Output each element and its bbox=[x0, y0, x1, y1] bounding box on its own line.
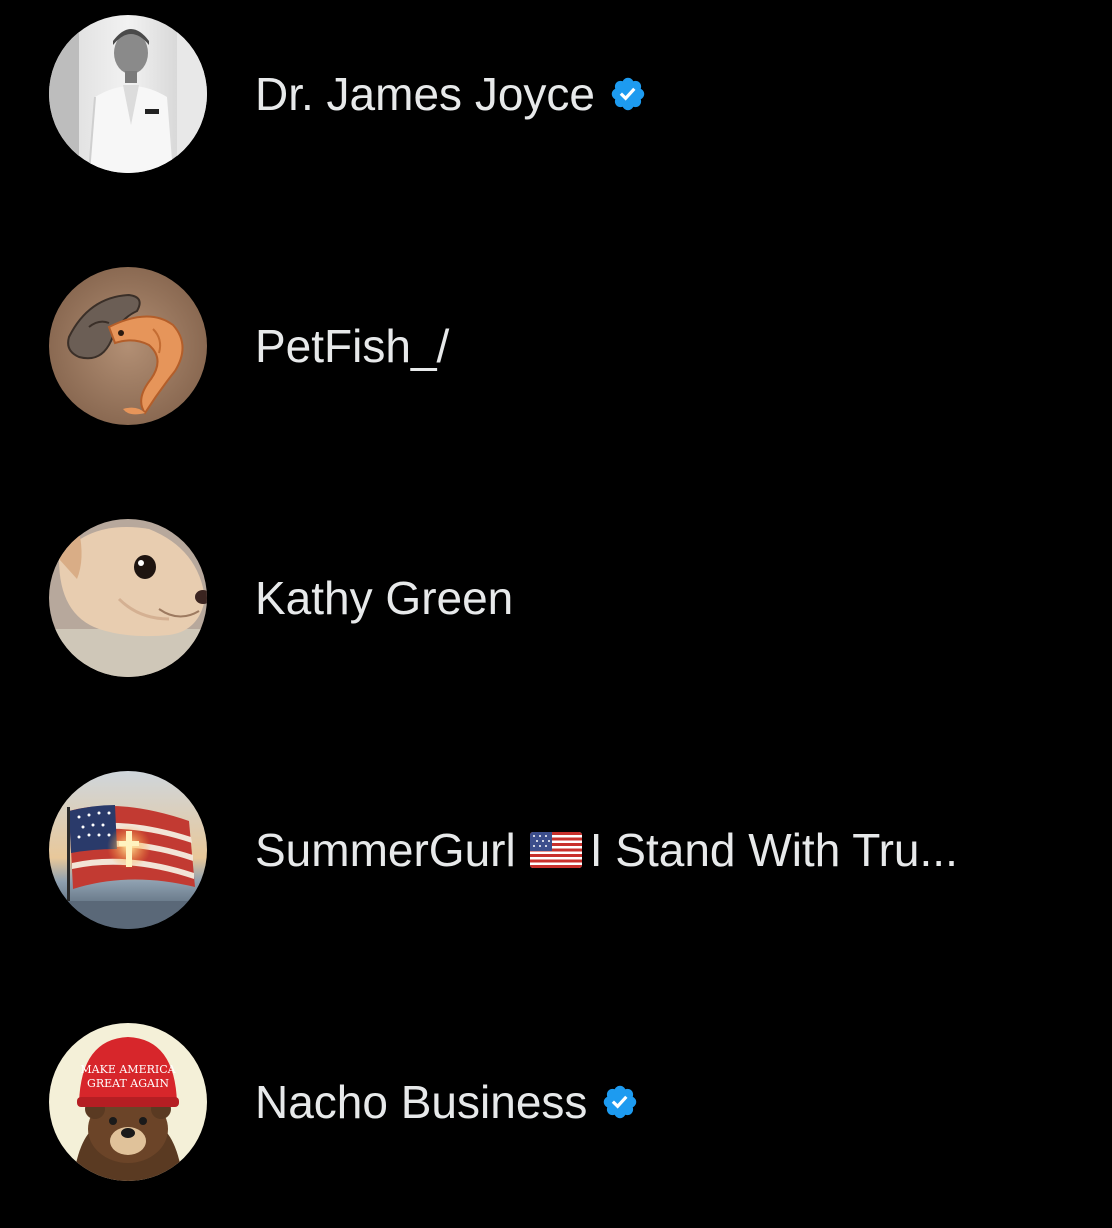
user-name-group: Kathy Green bbox=[255, 571, 513, 625]
user-row-summergurl[interactable]: SummerGurl I Stand With Tru... bbox=[0, 724, 1112, 976]
user-display-name[interactable]: Nacho Business bbox=[255, 1075, 587, 1129]
user-name-group: PetFish_/ bbox=[255, 319, 449, 373]
cap-text-line-2: GREAT AGAIN bbox=[87, 1077, 169, 1090]
user-name-group: Dr. James Joyce bbox=[255, 67, 647, 121]
user-display-name[interactable]: SummerGurl bbox=[255, 823, 516, 877]
verified-badge-icon bbox=[601, 1083, 639, 1121]
user-name-suffix: I Stand With Tru... bbox=[589, 824, 958, 876]
user-row-petfish[interactable]: PetFish_/ bbox=[0, 220, 1112, 472]
portrait-man-white-suit-avatar[interactable] bbox=[49, 15, 207, 173]
user-display-name[interactable]: Dr. James Joyce bbox=[255, 67, 595, 121]
user-name-group: SummerGurl I Stand With Tru... bbox=[255, 823, 958, 877]
user-list: Dr. James Joyce PetFish_/ Kathy Green Su… bbox=[0, 0, 1112, 1228]
bear-red-cap-avatar[interactable]: MAKE AMERICA GREAT AGAIN bbox=[49, 1023, 207, 1181]
user-row-kathy-green[interactable]: Kathy Green bbox=[0, 472, 1112, 724]
user-name-group: Nacho Business bbox=[255, 1075, 639, 1129]
american-flag-sunset-avatar[interactable] bbox=[49, 771, 207, 929]
verified-badge-icon bbox=[609, 75, 647, 113]
cap-text-line-1: MAKE AMERICA bbox=[80, 1063, 176, 1076]
user-row-nacho-business[interactable]: MAKE AMERICA GREAT AGAIN Nacho Business bbox=[0, 976, 1112, 1228]
user-display-name[interactable]: Kathy Green bbox=[255, 571, 513, 625]
user-row-dr-james-joyce[interactable]: Dr. James Joyce bbox=[0, 0, 1112, 220]
koi-fish-painting-avatar[interactable] bbox=[49, 267, 207, 425]
chihuahua-dog-avatar[interactable] bbox=[49, 519, 207, 677]
us-flag-emoji-icon bbox=[529, 832, 582, 868]
user-display-name[interactable]: PetFish_/ bbox=[255, 319, 449, 373]
